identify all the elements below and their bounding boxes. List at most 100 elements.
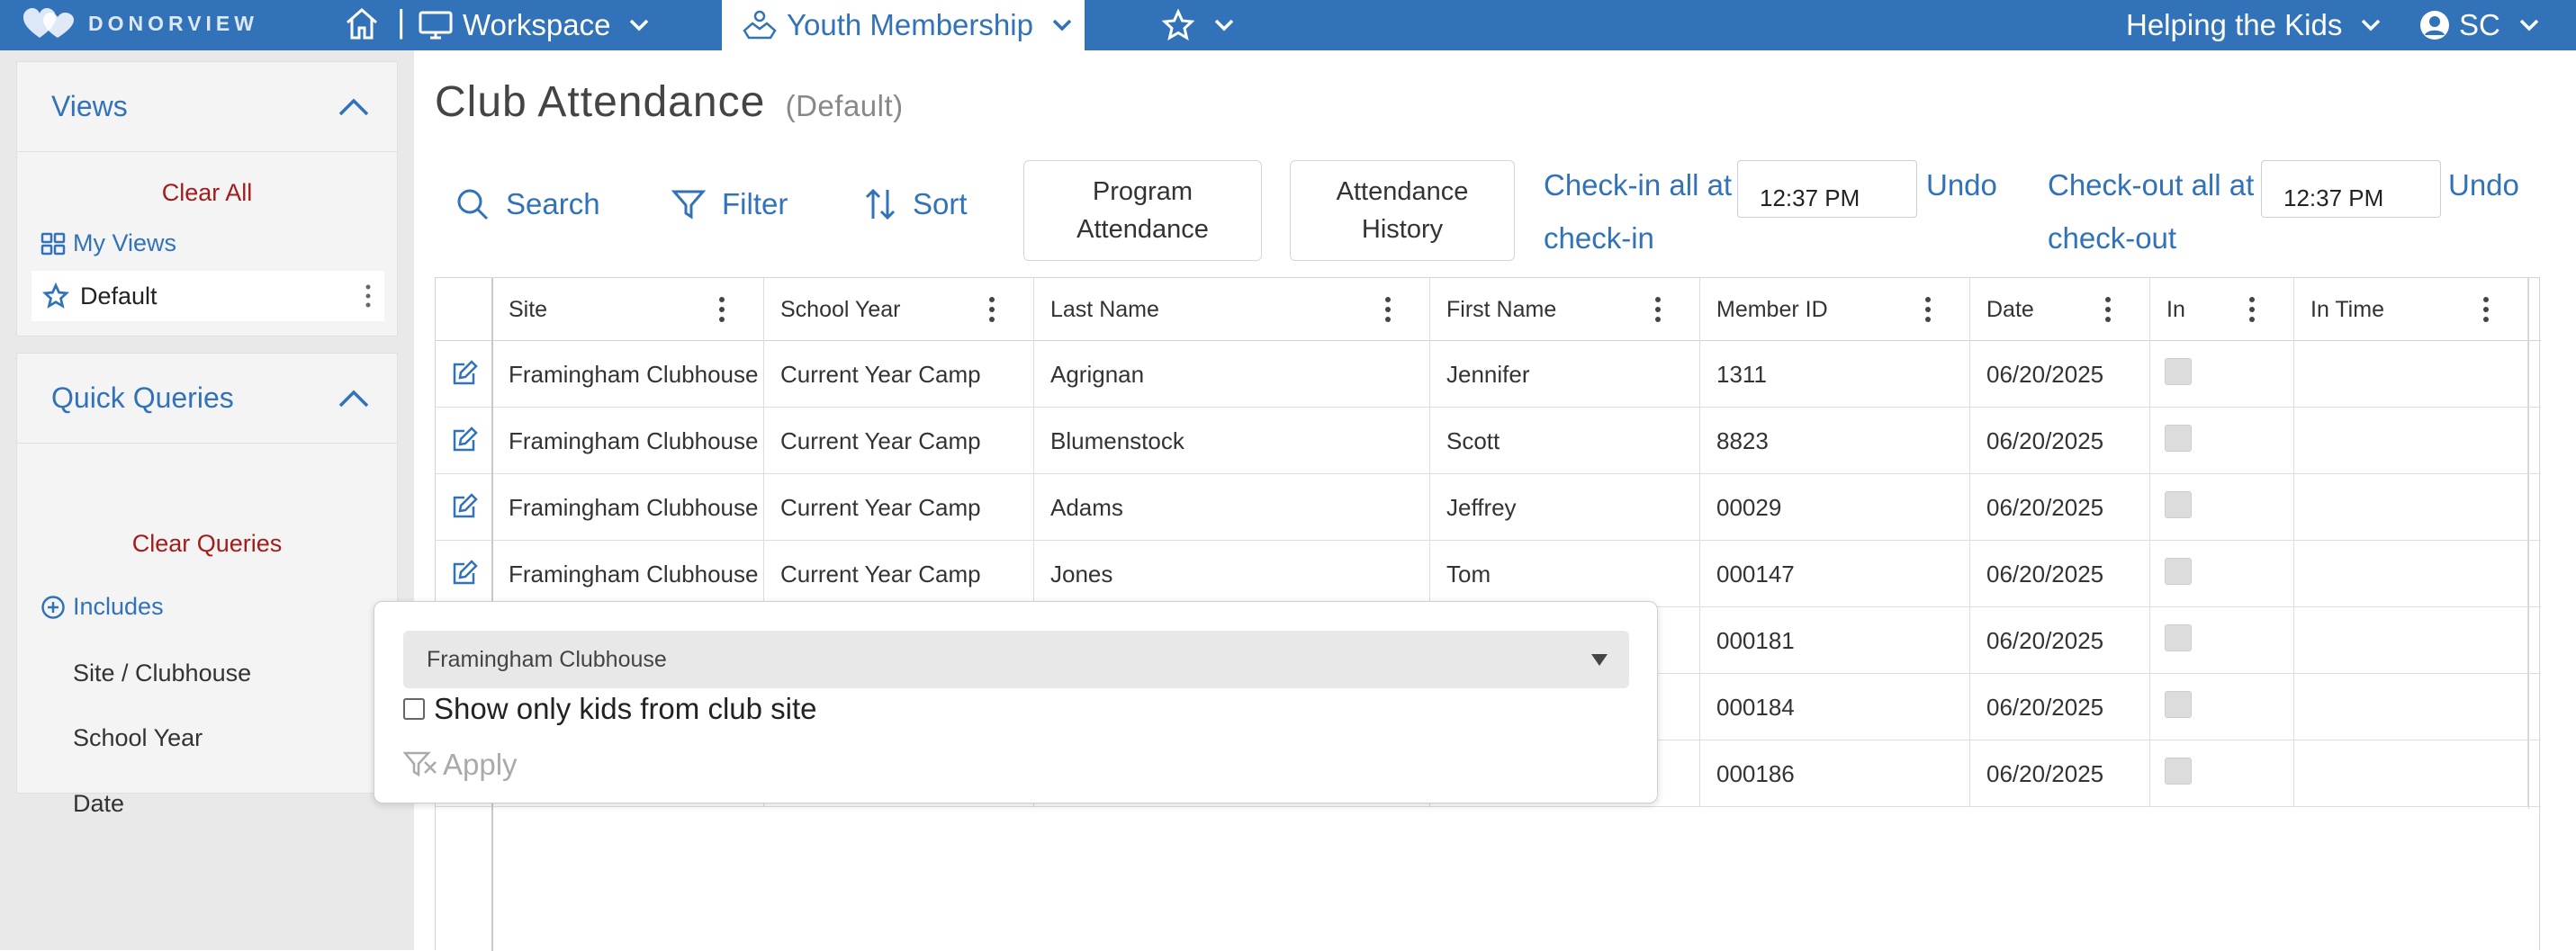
column-menu-icon[interactable]: [1654, 296, 1662, 323]
workspace-menu[interactable]: Workspace: [418, 0, 650, 50]
top-navigation-bar: DONORVIEW | Workspace Youth Membership H…: [0, 0, 2576, 50]
check-in-checkbox[interactable]: [2165, 624, 2192, 651]
table-row[interactable]: Framingham Clubhouse Current Year Camp Ada…: [436, 474, 2541, 541]
cell-site: Framingham Clubhouse: [492, 341, 764, 408]
check-in-checkbox[interactable]: [2165, 691, 2192, 718]
header-last-name[interactable]: Last Name: [1034, 278, 1430, 341]
search-button[interactable]: Search: [455, 187, 600, 221]
header-date[interactable]: Date: [1970, 278, 2150, 341]
cell-member-id: 000186: [1700, 740, 1970, 807]
row-edit-cell[interactable]: [436, 541, 492, 607]
cell-in: [2150, 341, 2294, 408]
quick-queries-header[interactable]: Quick Queries: [17, 354, 397, 444]
header-in-time[interactable]: In Time: [2294, 278, 2528, 341]
check-in-checkbox[interactable]: [2165, 758, 2192, 785]
cell-in: [2150, 408, 2294, 474]
check-in-checkbox[interactable]: [2165, 558, 2192, 585]
table-row[interactable]: Framingham Clubhouse Current Year Camp Blu…: [436, 408, 2541, 474]
nav-separator: |: [397, 3, 406, 40]
cell-in-time: [2294, 408, 2528, 474]
cell-member-id: 000147: [1700, 541, 1970, 607]
cell-first-name: Jeffrey: [1430, 474, 1700, 541]
edit-icon[interactable]: [452, 426, 479, 453]
column-menu-icon[interactable]: [2482, 296, 2490, 323]
checkout-time-input[interactable]: [2261, 160, 2441, 218]
undo-checkout-link-line2[interactable]: check-out: [2048, 221, 2176, 256]
row-edit-cell[interactable]: [436, 474, 492, 541]
star-outline-icon: [42, 283, 69, 309]
user-menu[interactable]: SC: [2419, 0, 2540, 50]
undo-checkin-link-line1[interactable]: Undo: [1926, 168, 1997, 202]
includes-label: Includes: [73, 593, 164, 620]
views-panel-header[interactable]: Views: [17, 62, 397, 152]
attendance-history-button[interactable]: Attendance History: [1290, 160, 1515, 261]
dropdown-caret-icon: [1591, 654, 1608, 666]
youth-membership-menu[interactable]: Youth Membership: [722, 0, 1085, 50]
table-row[interactable]: Framingham Clubhouse Current Year Camp Jon…: [436, 541, 2541, 607]
cell-in: [2150, 740, 2294, 807]
program-attendance-button[interactable]: Program Attendance: [1023, 160, 1262, 261]
edit-icon[interactable]: [452, 359, 479, 386]
cell-last-name: Adams: [1034, 474, 1430, 541]
column-menu-icon[interactable]: [2104, 296, 2112, 323]
cell-last-name: Agrignan: [1034, 341, 1430, 408]
query-school-year[interactable]: School Year: [73, 724, 203, 752]
quick-queries-title: Quick Queries: [51, 381, 234, 414]
undo-checkin-link-line2[interactable]: check-in: [1544, 221, 1654, 256]
header-member-id[interactable]: Member ID: [1700, 278, 1970, 341]
column-menu-icon[interactable]: [988, 296, 995, 323]
table-row[interactable]: Framingham Clubhouse Current Year Camp Agr…: [436, 341, 2541, 408]
row-edit-cell[interactable]: [436, 341, 492, 408]
apply-button[interactable]: Apply: [403, 748, 518, 782]
header-member-id-label: Member ID: [1716, 296, 1828, 322]
header-gutter-cell: [436, 278, 492, 341]
donorview-logo[interactable]: DONORVIEW: [22, 5, 258, 41]
chevron-up-icon[interactable]: [338, 97, 370, 117]
includes-link[interactable]: Includes: [41, 593, 164, 621]
cell-member-id: 00029: [1700, 474, 1970, 541]
sort-button[interactable]: Sort: [864, 187, 968, 221]
home-button[interactable]: [342, 4, 382, 43]
organization-menu[interactable]: Helping the Kids: [2126, 0, 2382, 50]
kebab-menu-icon[interactable]: [365, 283, 372, 309]
cell-in-time: [2294, 541, 2528, 607]
header-first-name[interactable]: First Name: [1430, 278, 1700, 341]
header-site[interactable]: Site: [492, 278, 764, 341]
filter-apply-icon: [403, 751, 437, 777]
home-icon: [347, 8, 377, 40]
column-menu-icon[interactable]: [718, 296, 725, 323]
header-school-year-label: School Year: [780, 296, 901, 322]
filter-button[interactable]: Filter: [671, 187, 788, 221]
filter-icon: [671, 190, 706, 220]
column-menu-icon[interactable]: [2248, 296, 2256, 323]
clear-all-link[interactable]: Clear All: [17, 179, 397, 207]
query-date[interactable]: Date: [73, 790, 124, 818]
favorites-menu[interactable]: [1161, 0, 1235, 50]
edit-icon[interactable]: [452, 559, 479, 586]
column-menu-icon[interactable]: [1384, 296, 1392, 323]
edit-icon[interactable]: [452, 492, 479, 519]
header-in[interactable]: In: [2150, 278, 2294, 341]
query-site-clubhouse[interactable]: Site / Clubhouse: [73, 659, 251, 687]
checkin-time-input[interactable]: [1737, 160, 1917, 218]
row-edit-cell[interactable]: [436, 408, 492, 474]
check-in-checkbox[interactable]: [2165, 491, 2192, 518]
check-in-checkbox[interactable]: [2165, 425, 2192, 452]
default-view-item[interactable]: Default: [32, 271, 384, 321]
undo-checkout-link-line1[interactable]: Undo: [2448, 168, 2519, 202]
column-menu-icon[interactable]: [1924, 296, 1932, 323]
clear-queries-link[interactable]: Clear Queries: [17, 530, 397, 558]
check-in-checkbox[interactable]: [2165, 358, 2192, 385]
show-only-club-site-checkbox[interactable]: [403, 698, 425, 720]
cell-in-time: [2294, 474, 2528, 541]
cell-first-name: Tom: [1430, 541, 1700, 607]
views-title: Views: [51, 90, 128, 122]
plus-circle-icon: [41, 595, 65, 619]
header-school-year[interactable]: School Year: [764, 278, 1034, 341]
site-select[interactable]: Framingham Clubhouse: [403, 631, 1629, 688]
show-only-club-site-option[interactable]: Show only kids from club site: [403, 692, 817, 726]
my-views-link[interactable]: My Views: [41, 229, 176, 257]
cell-in: [2150, 541, 2294, 607]
site-select-value: Framingham Clubhouse: [427, 646, 667, 672]
chevron-up-icon[interactable]: [338, 389, 370, 408]
